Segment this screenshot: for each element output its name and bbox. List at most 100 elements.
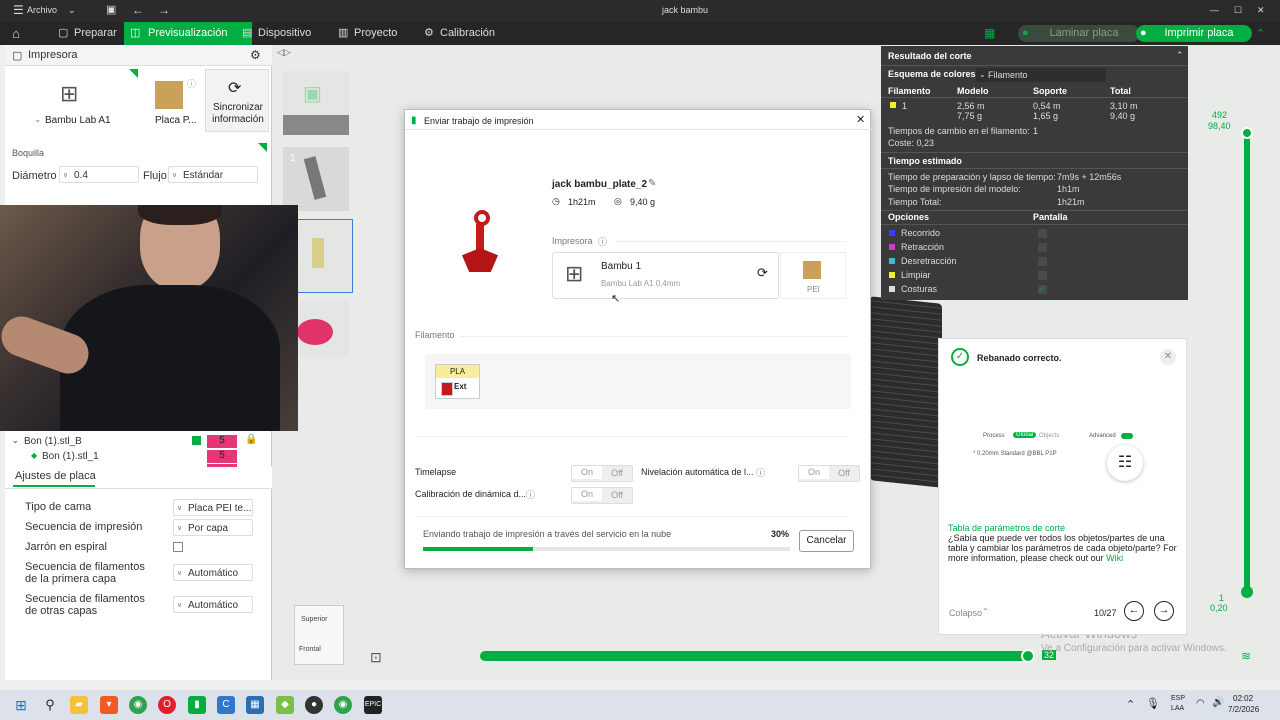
- option-display-checkbox[interactable]: [1038, 257, 1047, 266]
- option-display-checkbox[interactable]: [1038, 229, 1047, 238]
- diameter-select[interactable]: 0.4: [59, 166, 139, 184]
- tab-proyecto[interactable]: ▥ Proyecto: [332, 22, 426, 45]
- prev-tip-button[interactable]: ←: [1124, 601, 1144, 621]
- vertical-slider-bottom-handle[interactable]: [1241, 586, 1253, 598]
- redo-icon[interactable]: →: [158, 3, 170, 17]
- visible-checkbox[interactable]: [192, 436, 201, 445]
- tab-plate-settings[interactable]: Ajustes de placa: [15, 470, 96, 482]
- photos-icon[interactable]: ▦: [246, 696, 264, 714]
- job-name: jack bambu_plate_2: [552, 179, 648, 190]
- tree-part-name[interactable]: Bon (1).stl_1: [42, 451, 99, 462]
- printer-section-divider: [615, 241, 847, 242]
- vertical-slider-top-handle[interactable]: [1241, 127, 1253, 139]
- fit-view-icon[interactable]: ⊡: [370, 649, 382, 666]
- file-menu[interactable]: Archivo: [27, 5, 57, 15]
- edit-name-icon[interactable]: ✎: [648, 178, 656, 189]
- layers-icon[interactable]: ≋: [1241, 649, 1251, 663]
- language-top[interactable]: ESP: [1171, 695, 1185, 702]
- cancel-button[interactable]: Cancelar: [799, 530, 854, 552]
- part-icon: ◆: [31, 451, 38, 460]
- brave-icon[interactable]: ▾: [100, 696, 118, 714]
- bed-type-select[interactable]: Placa PEI te...: [173, 499, 253, 517]
- color-scheme-select[interactable]: ⌄ Filamento: [976, 68, 1106, 82]
- clock-time[interactable]: 02:02: [1233, 694, 1253, 703]
- epic-games-icon[interactable]: EPIC: [364, 696, 382, 714]
- auto-leveling-toggle[interactable]: On Off: [798, 465, 860, 482]
- settings-gear-icon[interactable]: ⚙: [250, 48, 261, 62]
- printer-card[interactable]: ⊞ Bambu Lab A1 ⌄: [8, 69, 138, 132]
- horizontal-slider[interactable]: [480, 651, 1028, 661]
- chrome-profile-icon[interactable]: ◉: [334, 696, 352, 714]
- flow-label: Flujo: [143, 170, 167, 182]
- minimize-button[interactable]: —: [1210, 5, 1219, 15]
- plate-select-card[interactable]: PEI: [780, 252, 846, 299]
- filament-count-badge[interactable]: 5: [207, 435, 237, 448]
- chrome-icon[interactable]: ◉: [129, 696, 147, 714]
- collapse-icon[interactable]: ⌃: [1176, 50, 1184, 61]
- opera-icon[interactable]: O: [158, 696, 176, 714]
- imprimir-placa-button[interactable]: ● Imprimir placa: [1136, 25, 1252, 42]
- printer-select-card[interactable]: ⊞ Bambu 1 Bambu Lab A1 0,4mm ⟳: [552, 252, 779, 299]
- chevron-up-icon[interactable]: ⌃: [1126, 698, 1135, 711]
- first-layer-sequence-select[interactable]: Automático: [173, 564, 253, 582]
- chevron-up-icon[interactable]: ⌃: [1256, 27, 1265, 40]
- option-display-checkbox[interactable]: [1038, 243, 1047, 252]
- tab-dispositivo[interactable]: ▤ Dispositivo: [236, 22, 338, 45]
- undo-icon[interactable]: ←: [132, 3, 144, 17]
- sync-button[interactable]: ⟳ Sincronizar información: [205, 69, 269, 132]
- bambu-studio-icon[interactable]: ▮: [188, 696, 206, 714]
- notice-close-button[interactable]: ✕: [1160, 349, 1176, 365]
- wifi-icon[interactable]: ◠: [1196, 698, 1205, 709]
- language-bottom[interactable]: LAA: [1171, 705, 1184, 712]
- close-button[interactable]: ✕: [1257, 5, 1265, 16]
- tip-link[interactable]: Tabla de parámetros de corte: [948, 523, 1065, 533]
- clock-date[interactable]: 7/2/2026: [1228, 705, 1259, 714]
- microphone-icon[interactable]: 🎙: [1146, 697, 1160, 710]
- home-button[interactable]: ⌂: [0, 22, 32, 45]
- refresh-icon[interactable]: ⟳: [757, 265, 768, 281]
- option-display-checkbox[interactable]: ✓: [1038, 285, 1047, 294]
- plate-card[interactable]: ⓘ Placa P...: [138, 69, 203, 132]
- search-icon[interactable]: ⚲: [41, 696, 59, 714]
- hamburger-icon[interactable]: ☰: [13, 3, 24, 17]
- help-icon[interactable]: ⓘ: [598, 235, 607, 248]
- save-icon[interactable]: ▣: [106, 3, 116, 16]
- collapse-link[interactable]: Colapso: [949, 608, 982, 618]
- dynamics-calibration-toggle[interactable]: On Off: [571, 487, 633, 504]
- plate-layout-icon[interactable]: ▦: [984, 26, 995, 40]
- android-icon[interactable]: ◆: [276, 696, 294, 714]
- vertical-slider[interactable]: [1244, 133, 1250, 593]
- laminar-placa-button[interactable]: ● Laminar placa: [1018, 25, 1140, 42]
- c-app-icon[interactable]: C: [217, 696, 235, 714]
- file-explorer-icon[interactable]: ▰: [70, 696, 88, 714]
- collapse-sidebar-icon[interactable]: ◁▷: [277, 47, 291, 58]
- plate-thumbnail[interactable]: 1: [283, 147, 349, 211]
- next-tip-button[interactable]: →: [1154, 601, 1174, 621]
- app-icon[interactable]: ●: [305, 696, 323, 714]
- option-display-checkbox[interactable]: [1038, 271, 1047, 280]
- tab-previsualizacion[interactable]: ◫ Previsualización: [124, 22, 252, 45]
- filament-count-badge[interactable]: 5: [207, 450, 237, 463]
- flow-select[interactable]: Estándar: [168, 166, 258, 184]
- spiral-vase-checkbox[interactable]: [173, 542, 183, 552]
- other-layers-sequence-select[interactable]: Automático: [173, 596, 253, 614]
- chevron-down-icon[interactable]: ⌄: [68, 5, 76, 16]
- horizontal-slider-handle[interactable]: [1021, 649, 1035, 663]
- windows-start-icon[interactable]: ⊞: [12, 696, 30, 714]
- expand-icon[interactable]: ⌄: [12, 436, 19, 445]
- tab-calibracion[interactable]: ⚙ Calibración: [418, 22, 530, 45]
- dialog-close-button[interactable]: ✕: [856, 113, 865, 126]
- view-cube[interactable]: Superior Frontal: [294, 605, 344, 665]
- plate-thumbnail[interactable]: ▣: [283, 71, 349, 135]
- volume-icon[interactable]: 🔊: [1212, 697, 1224, 708]
- tree-object-name[interactable]: Bon (1).stl_B: [24, 436, 82, 447]
- help-icon[interactable]: ⓘ: [756, 466, 765, 479]
- wiki-link[interactable]: Wiki: [1106, 553, 1123, 563]
- filament-slot[interactable]: PLA Ext: [435, 364, 480, 399]
- lock-icon[interactable]: 🔒: [245, 434, 257, 445]
- maximize-button[interactable]: ☐: [1234, 5, 1242, 16]
- timelapse-toggle[interactable]: On Off: [571, 465, 633, 482]
- print-sequence-select[interactable]: Por capa: [173, 519, 253, 537]
- layer-bottom-number: 1: [1219, 593, 1225, 603]
- help-icon[interactable]: ⓘ: [526, 488, 535, 501]
